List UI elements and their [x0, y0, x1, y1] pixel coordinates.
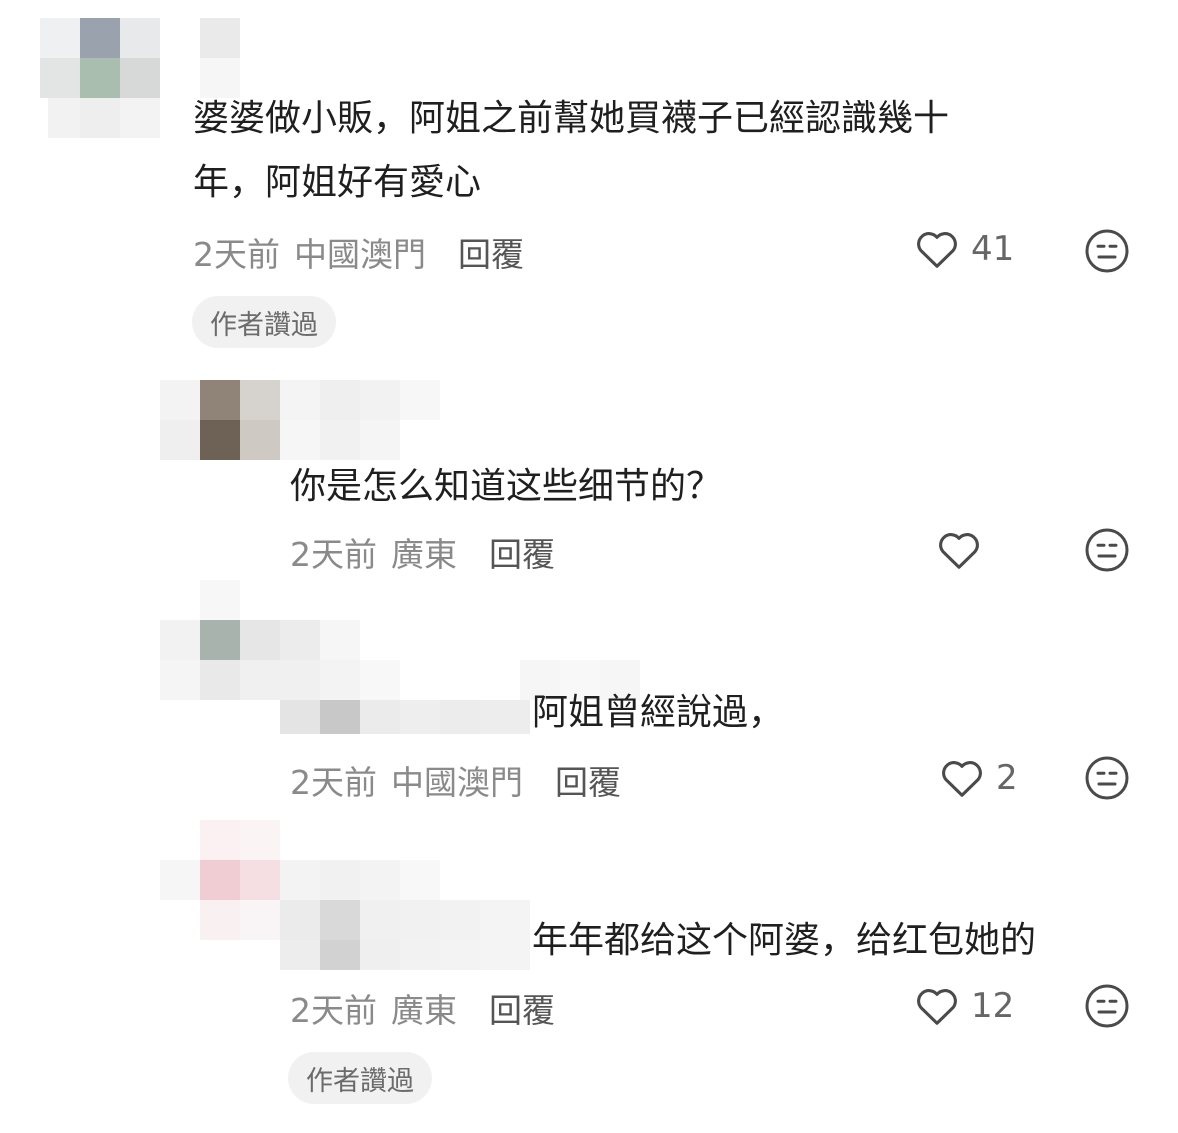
like-count: 12 [971, 986, 1015, 1026]
heart-outline-icon [917, 989, 957, 1025]
like-button[interactable]: 12 [915, 986, 1014, 1026]
location: 廣東 [391, 991, 457, 1030]
comment-4: 年年都给这个阿婆，给红包她的 2天前 廣東 回覆 12 作者讚過 [0, 0, 1178, 1133]
comment-meta: 2天前 廣東 回覆 [290, 984, 569, 1032]
neutral-face-icon[interactable] [1083, 982, 1131, 1030]
comment-text: 年年都给这个阿婆，给红包她的 [532, 920, 1037, 961]
reply-button[interactable]: 回覆 [489, 991, 555, 1030]
timestamp: 2天前 [290, 991, 377, 1030]
author-liked-badge: 作者讚過 [288, 1052, 432, 1104]
